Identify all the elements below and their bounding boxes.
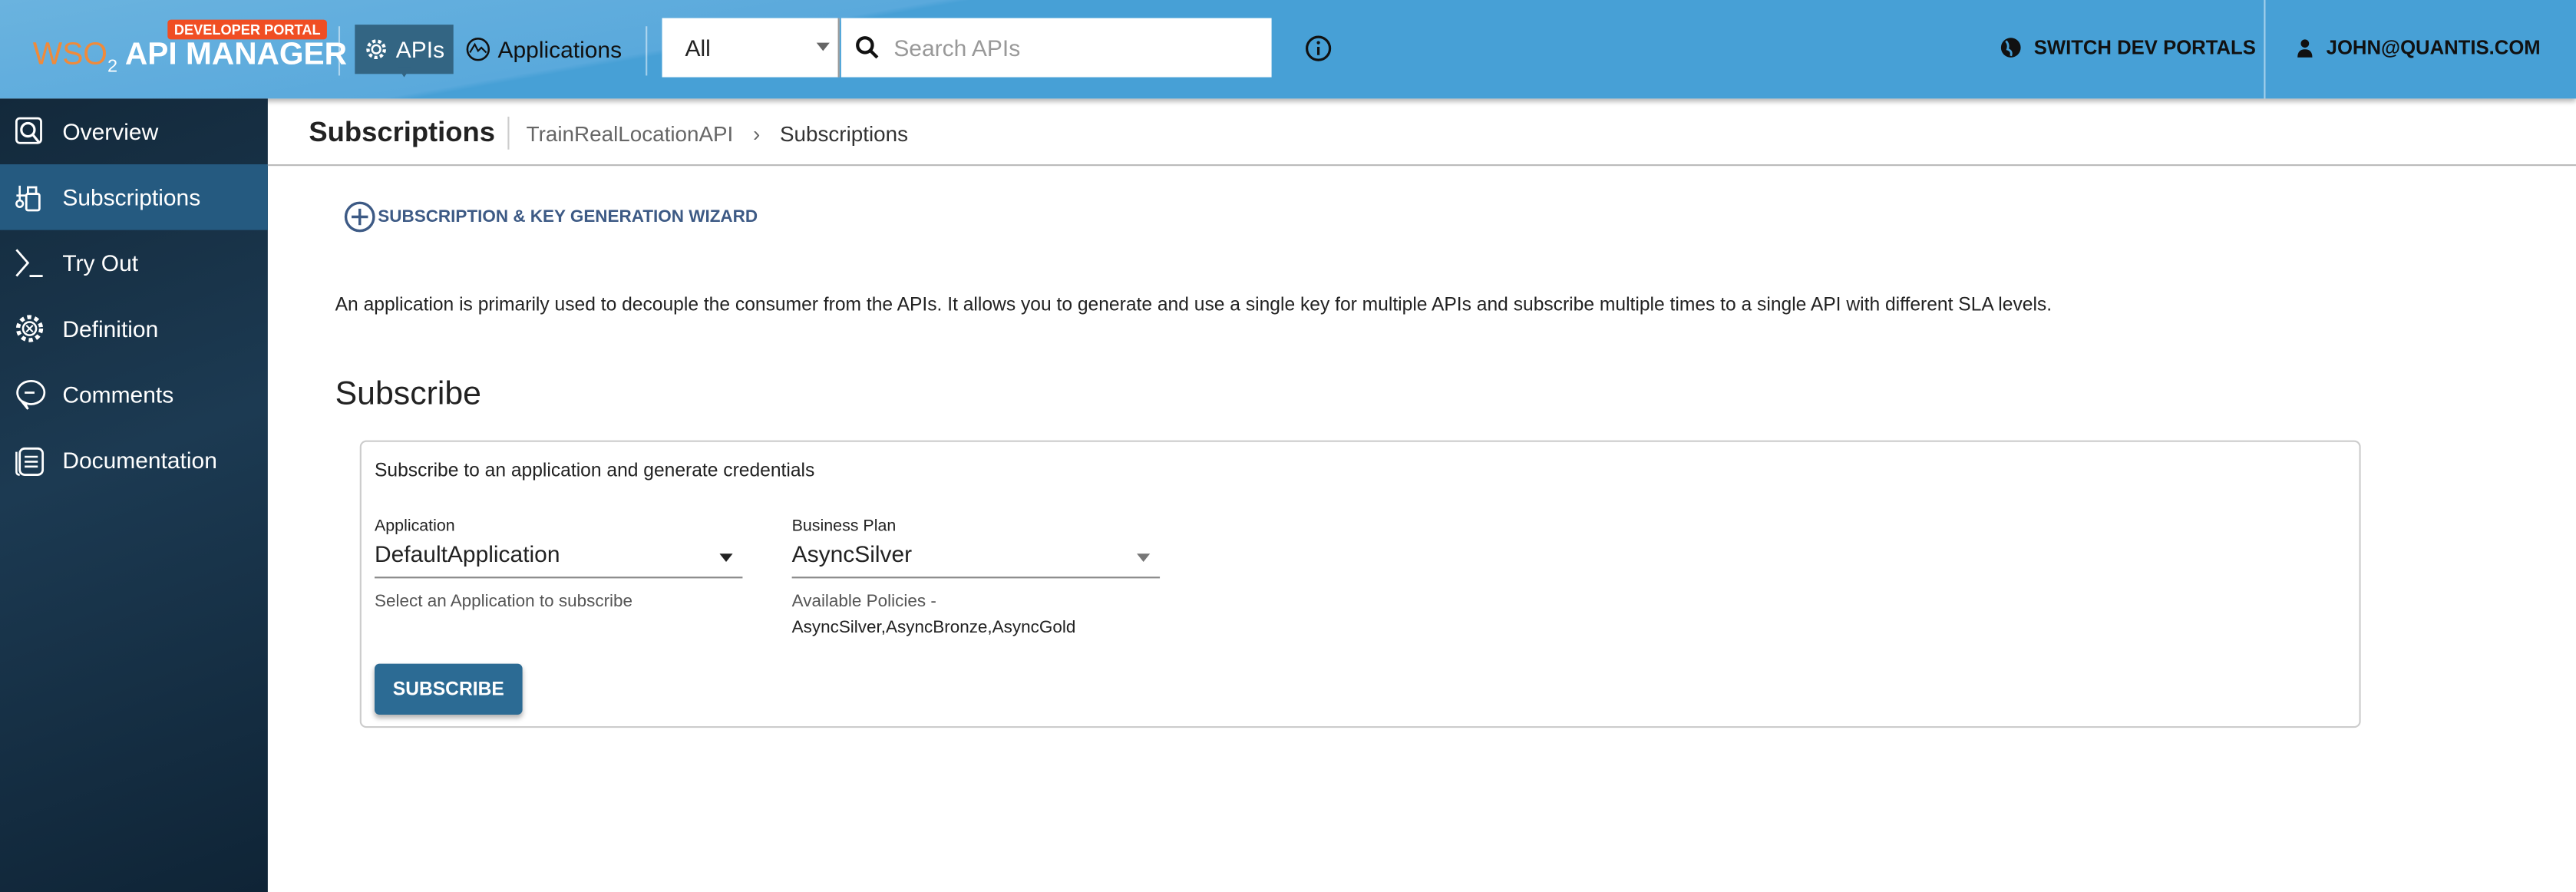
divider [338,26,341,76]
comment-icon [16,380,46,410]
search-icon [856,36,879,59]
breadcrumb-current: Subscriptions [779,121,909,146]
application-label: Application [374,517,455,536]
divider [646,26,648,76]
sidebar-item-label: Try Out [62,249,139,276]
breadcrumb: Subscriptions TrainRealLocationAPI › Sub… [309,116,909,150]
sidebar-item-label: Definition [62,315,159,342]
chevron-down-icon [719,553,733,568]
breadcrumb-api-link[interactable]: TrainRealLocationAPI [527,121,734,145]
document-icon [15,447,45,476]
app-icon [466,38,490,61]
nav-applications[interactable]: Applications [457,25,630,74]
nav-applications-label: Applications [497,36,623,63]
available-policies: AsyncSilver,AsyncBronze,AsyncGold [791,617,1076,638]
search-input[interactable]: Search APIs [841,18,1272,78]
business-plan-label: Business Plan [791,517,897,536]
gear-icon [366,39,386,60]
terminal-icon [15,249,43,277]
chevron-down-icon [1137,553,1151,568]
user-menu[interactable]: JOHN@QUANTIS.COM [2295,36,2541,59]
divider [2264,0,2266,99]
app-title: API MANAGER [124,38,348,73]
chevron-right-icon: › [752,121,761,146]
overview-icon [15,117,42,144]
globe-icon [2000,38,2021,58]
sidebar-item-documentation[interactable]: Documentation [0,427,268,493]
application-field: Application DefaultApplication Select an… [374,517,743,614]
subscribe-card: Subscribe to an application and generate… [359,440,2361,728]
subscribe-heading: Subscribe [335,376,481,413]
page-title: Subscriptions [309,116,510,150]
application-select[interactable]: DefaultApplication [374,540,743,579]
business-plan-value: AsyncSilver [791,540,913,567]
chevron-down-icon [816,42,830,58]
sidebar-item-label: Subscriptions [62,183,201,210]
sidebar-item-subscriptions[interactable]: Subscriptions [0,164,268,230]
wizard-label: SUBSCRIPTION & KEY GENERATION WIZARD [378,206,758,227]
subscribe-button[interactable]: SUBSCRIBE [374,663,523,715]
divider [267,164,2576,167]
logo-wso: WSO [32,38,107,73]
api-filter-select[interactable]: All [662,18,840,78]
subscriptions-icon [15,185,41,212]
sidebar-item-comments[interactable]: Comments [0,362,268,428]
api-filter-value: All [685,34,711,61]
business-plan-help: Available Policies - [791,591,936,612]
developer-portal-badge: DEVELOPER PORTAL [167,19,328,40]
card-subtitle: Subscribe to an application and generate… [374,461,815,482]
sidebar-item-definition[interactable]: Definition [0,296,268,362]
search-placeholder: Search APIs [893,34,1021,61]
nav-apis[interactable]: APIs [355,25,453,78]
switch-dev-portals-button[interactable]: SWITCH DEV PORTALS [2000,36,2256,59]
sidebar: Overview Subscriptions Try Out Definitio… [0,98,268,892]
application-value: DefaultApplication [374,540,560,567]
business-plan-select[interactable]: AsyncSilver [791,540,1161,579]
sidebar-item-label: Overview [62,118,159,145]
gear-icon [15,315,44,342]
sidebar-item-try-out[interactable]: Try Out [0,230,268,296]
business-plan-field: Business Plan AsyncSilver Available Poli… [791,517,1161,641]
subscription-wizard-button[interactable]: SUBSCRIPTION & KEY GENERATION WIZARD [343,200,758,233]
application-help: Select an Application to subscribe [374,591,633,612]
info-icon[interactable] [1304,35,1332,62]
sidebar-item-overview[interactable]: Overview [0,98,268,164]
add-circle-icon [344,201,375,233]
nav-apis-label: APIs [395,36,445,63]
description: An application is primarily used to deco… [335,296,2053,316]
sidebar-item-label: Comments [62,381,174,408]
user-email: JOHN@QUANTIS.COM [2326,36,2541,60]
logo-two: 2 [107,57,118,78]
top-bar: DEVELOPER PORTAL WSO2 API MANAGER APIs A… [0,0,2576,99]
switch-dev-portals-label: SWITCH DEV PORTALS [2033,36,2256,60]
user-icon [2297,39,2313,58]
sidebar-item-label: Documentation [62,447,217,474]
main-content: Subscriptions TrainRealLocationAPI › Sub… [267,98,2576,892]
